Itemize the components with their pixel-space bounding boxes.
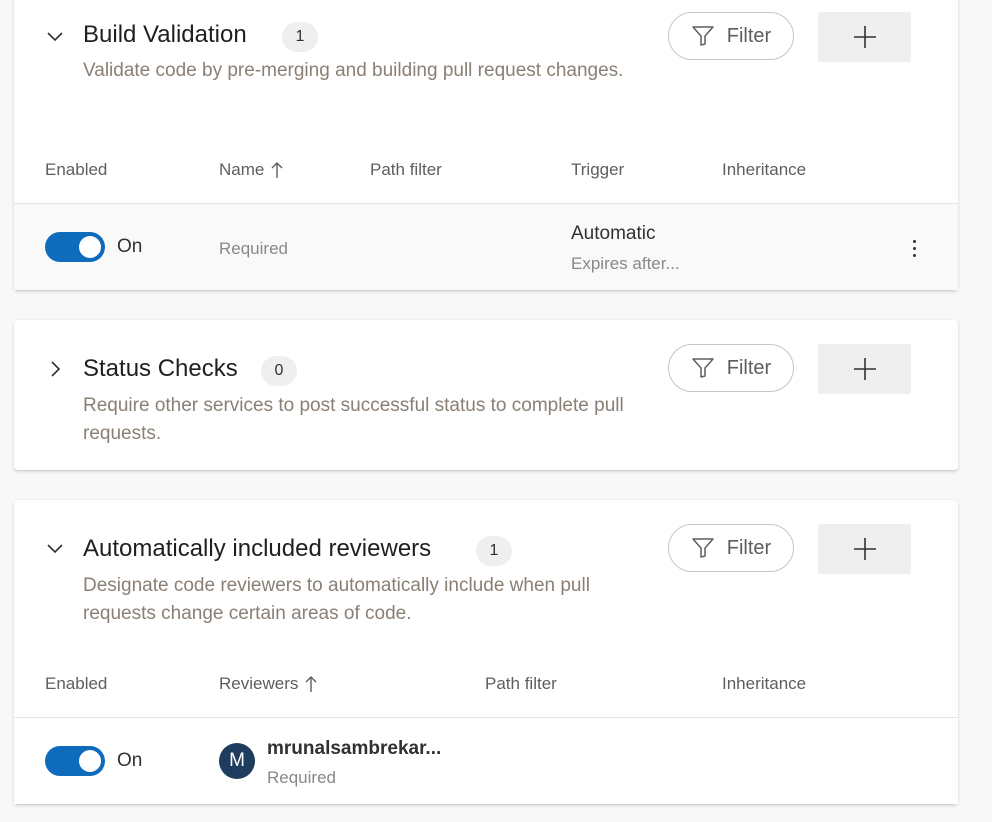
filter-icon: [692, 26, 714, 46]
sort-ascending-icon: [305, 676, 317, 692]
column-header-inheritance[interactable]: Inheritance: [722, 160, 806, 180]
section-title: Automatically included reviewers: [83, 535, 432, 562]
filter-label: Filter: [726, 536, 772, 559]
count-badge: 1: [476, 536, 512, 566]
sort-ascending-icon: [271, 162, 283, 178]
filter-button[interactable]: Filter: [668, 12, 794, 60]
add-button[interactable]: [818, 344, 911, 394]
add-button[interactable]: [818, 12, 911, 62]
table-row[interactable]: On Required Automatic Expires after...: [14, 204, 958, 290]
filter-label: Filter: [726, 24, 772, 47]
avatar: M: [219, 743, 255, 779]
policy-status: Required: [219, 239, 288, 258]
chevron-down-icon[interactable]: [46, 540, 64, 558]
filter-icon: [692, 358, 714, 378]
count-badge: 1: [282, 22, 318, 52]
status-checks-section: Status Checks 0 Require other services t…: [14, 320, 958, 470]
enabled-toggle[interactable]: [45, 232, 105, 262]
filter-icon: [692, 538, 714, 558]
add-button[interactable]: [818, 524, 911, 574]
section-title: Status Checks: [83, 355, 238, 382]
section-description: Validate code by pre-merging and buildin…: [83, 60, 624, 81]
column-header-trigger[interactable]: Trigger: [571, 160, 624, 180]
column-header-enabled[interactable]: Enabled: [45, 160, 107, 180]
section-description: Require other services to post successfu…: [83, 395, 624, 444]
chevron-right-icon[interactable]: [46, 360, 64, 378]
plus-icon: [853, 26, 876, 48]
toggle-label: On: [117, 236, 143, 257]
plus-icon: [853, 538, 876, 560]
chevron-down-icon[interactable]: [46, 28, 64, 46]
reviewer-status: Required: [267, 768, 336, 787]
more-options-icon[interactable]: [906, 233, 922, 263]
toggle-label: On: [117, 750, 143, 771]
section-description: Designate code reviewers to automaticall…: [83, 575, 590, 624]
count-badge: 0: [261, 356, 297, 386]
reviewers-section: Automatically included reviewers 1 Desig…: [14, 500, 958, 804]
table-row[interactable]: On M mrunalsambrekar... Required: [14, 718, 958, 804]
filter-label: Filter: [726, 356, 772, 379]
reviewer-name[interactable]: mrunalsambrekar...: [267, 738, 441, 760]
trigger-detail: Expires after...: [571, 254, 680, 273]
section-title: Build Validation: [83, 21, 247, 48]
column-header-name[interactable]: Name: [219, 160, 284, 180]
enabled-toggle[interactable]: [45, 746, 105, 776]
build-validation-section: Build Validation 1 Validate code by pre-…: [14, 0, 958, 290]
trigger-value: Automatic: [571, 223, 656, 244]
plus-icon: [853, 358, 876, 380]
column-header-reviewers[interactable]: Reviewers: [219, 674, 318, 694]
column-header-path-filter[interactable]: Path filter: [370, 160, 442, 180]
filter-button[interactable]: Filter: [668, 524, 794, 572]
column-header-path-filter[interactable]: Path filter: [485, 674, 557, 694]
column-header-inheritance[interactable]: Inheritance: [722, 674, 806, 694]
column-header-enabled[interactable]: Enabled: [45, 674, 107, 694]
filter-button[interactable]: Filter: [668, 344, 794, 392]
